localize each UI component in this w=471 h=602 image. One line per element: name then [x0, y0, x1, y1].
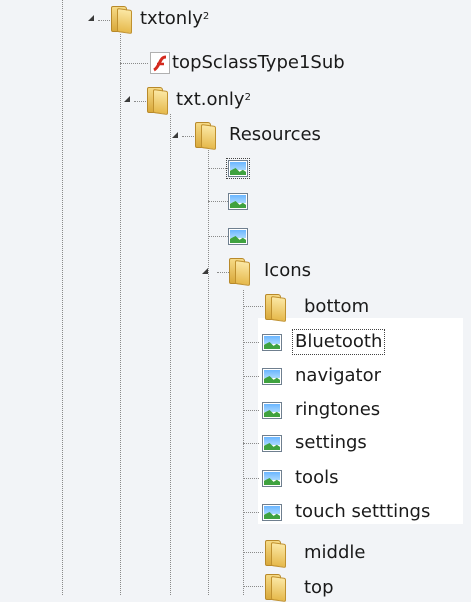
- tree-node-top[interactable]: top: [304, 576, 334, 600]
- connector: [243, 478, 259, 479]
- tree-item-navigator[interactable]: navigator: [295, 364, 381, 388]
- connector: [208, 168, 228, 169]
- image-file-icon[interactable]: [226, 158, 250, 179]
- image-file-icon: [262, 504, 282, 521]
- tree-item-tools[interactable]: tools: [295, 466, 338, 490]
- flash-file-icon: [150, 52, 170, 74]
- tree-guide-1: [120, 34, 121, 595]
- tree-node-resources[interactable]: Resources: [229, 123, 321, 147]
- connector: [243, 376, 259, 377]
- tree-node-icons[interactable]: Icons: [264, 259, 311, 283]
- connector: [243, 586, 263, 587]
- folder-icon: [194, 120, 216, 151]
- tree-node-middle[interactable]: middle: [304, 541, 365, 565]
- tree-node-txt-only[interactable]: txt.only2: [176, 88, 251, 112]
- folder-icon: [228, 256, 250, 287]
- image-file-icon: [262, 368, 282, 385]
- collapse-arrow-icon[interactable]: [202, 268, 208, 274]
- folder-icon: [264, 572, 286, 602]
- image-file-icon[interactable]: [228, 228, 248, 245]
- image-file-icon[interactable]: [228, 193, 248, 210]
- collapse-arrow-icon[interactable]: [124, 96, 130, 102]
- connector: [243, 342, 259, 343]
- connector: [243, 410, 259, 411]
- connector: [208, 236, 228, 237]
- connector: [243, 306, 263, 307]
- node-sup: 2: [202, 11, 210, 22]
- folder-icon: [110, 4, 132, 35]
- image-file-icon: [262, 435, 282, 452]
- node-sup: 2: [244, 92, 251, 103]
- tree-item-bluetooth[interactable]: Bluetooth: [292, 329, 386, 355]
- tree-guide-3: [208, 150, 209, 595]
- collapse-arrow-icon[interactable]: [88, 15, 94, 21]
- tree-node-txtonly[interactable]: txtonly2: [140, 7, 209, 31]
- image-file-icon: [262, 402, 282, 419]
- image-file-icon: [262, 470, 282, 487]
- image-file-icon: [262, 334, 282, 351]
- tree-node-bottom[interactable]: bottom: [304, 295, 369, 319]
- connector: [243, 552, 263, 553]
- folder-icon: [264, 292, 286, 323]
- connector: [243, 512, 259, 513]
- tree-guide-0: [62, 0, 63, 595]
- node-label: txtonly: [140, 8, 203, 29]
- connector: [120, 63, 148, 64]
- tree-guide-2: [170, 114, 171, 595]
- collapse-arrow-icon[interactable]: [172, 132, 178, 138]
- tree-item-touch-settings[interactable]: touch setttings: [295, 500, 430, 524]
- tree-node-topsclasstype1sub[interactable]: topSclassType1Sub: [172, 51, 345, 75]
- tree-item-settings[interactable]: settings: [295, 431, 367, 455]
- connector: [208, 201, 228, 202]
- node-label: txt.only: [176, 89, 245, 110]
- folder-icon: [264, 538, 286, 569]
- file-tree: txtonly2 topSclassType1Sub txt.only2 Res…: [0, 0, 471, 602]
- tree-item-ringtones[interactable]: ringtones: [295, 398, 380, 422]
- connector: [243, 443, 259, 444]
- folder-icon: [146, 85, 168, 116]
